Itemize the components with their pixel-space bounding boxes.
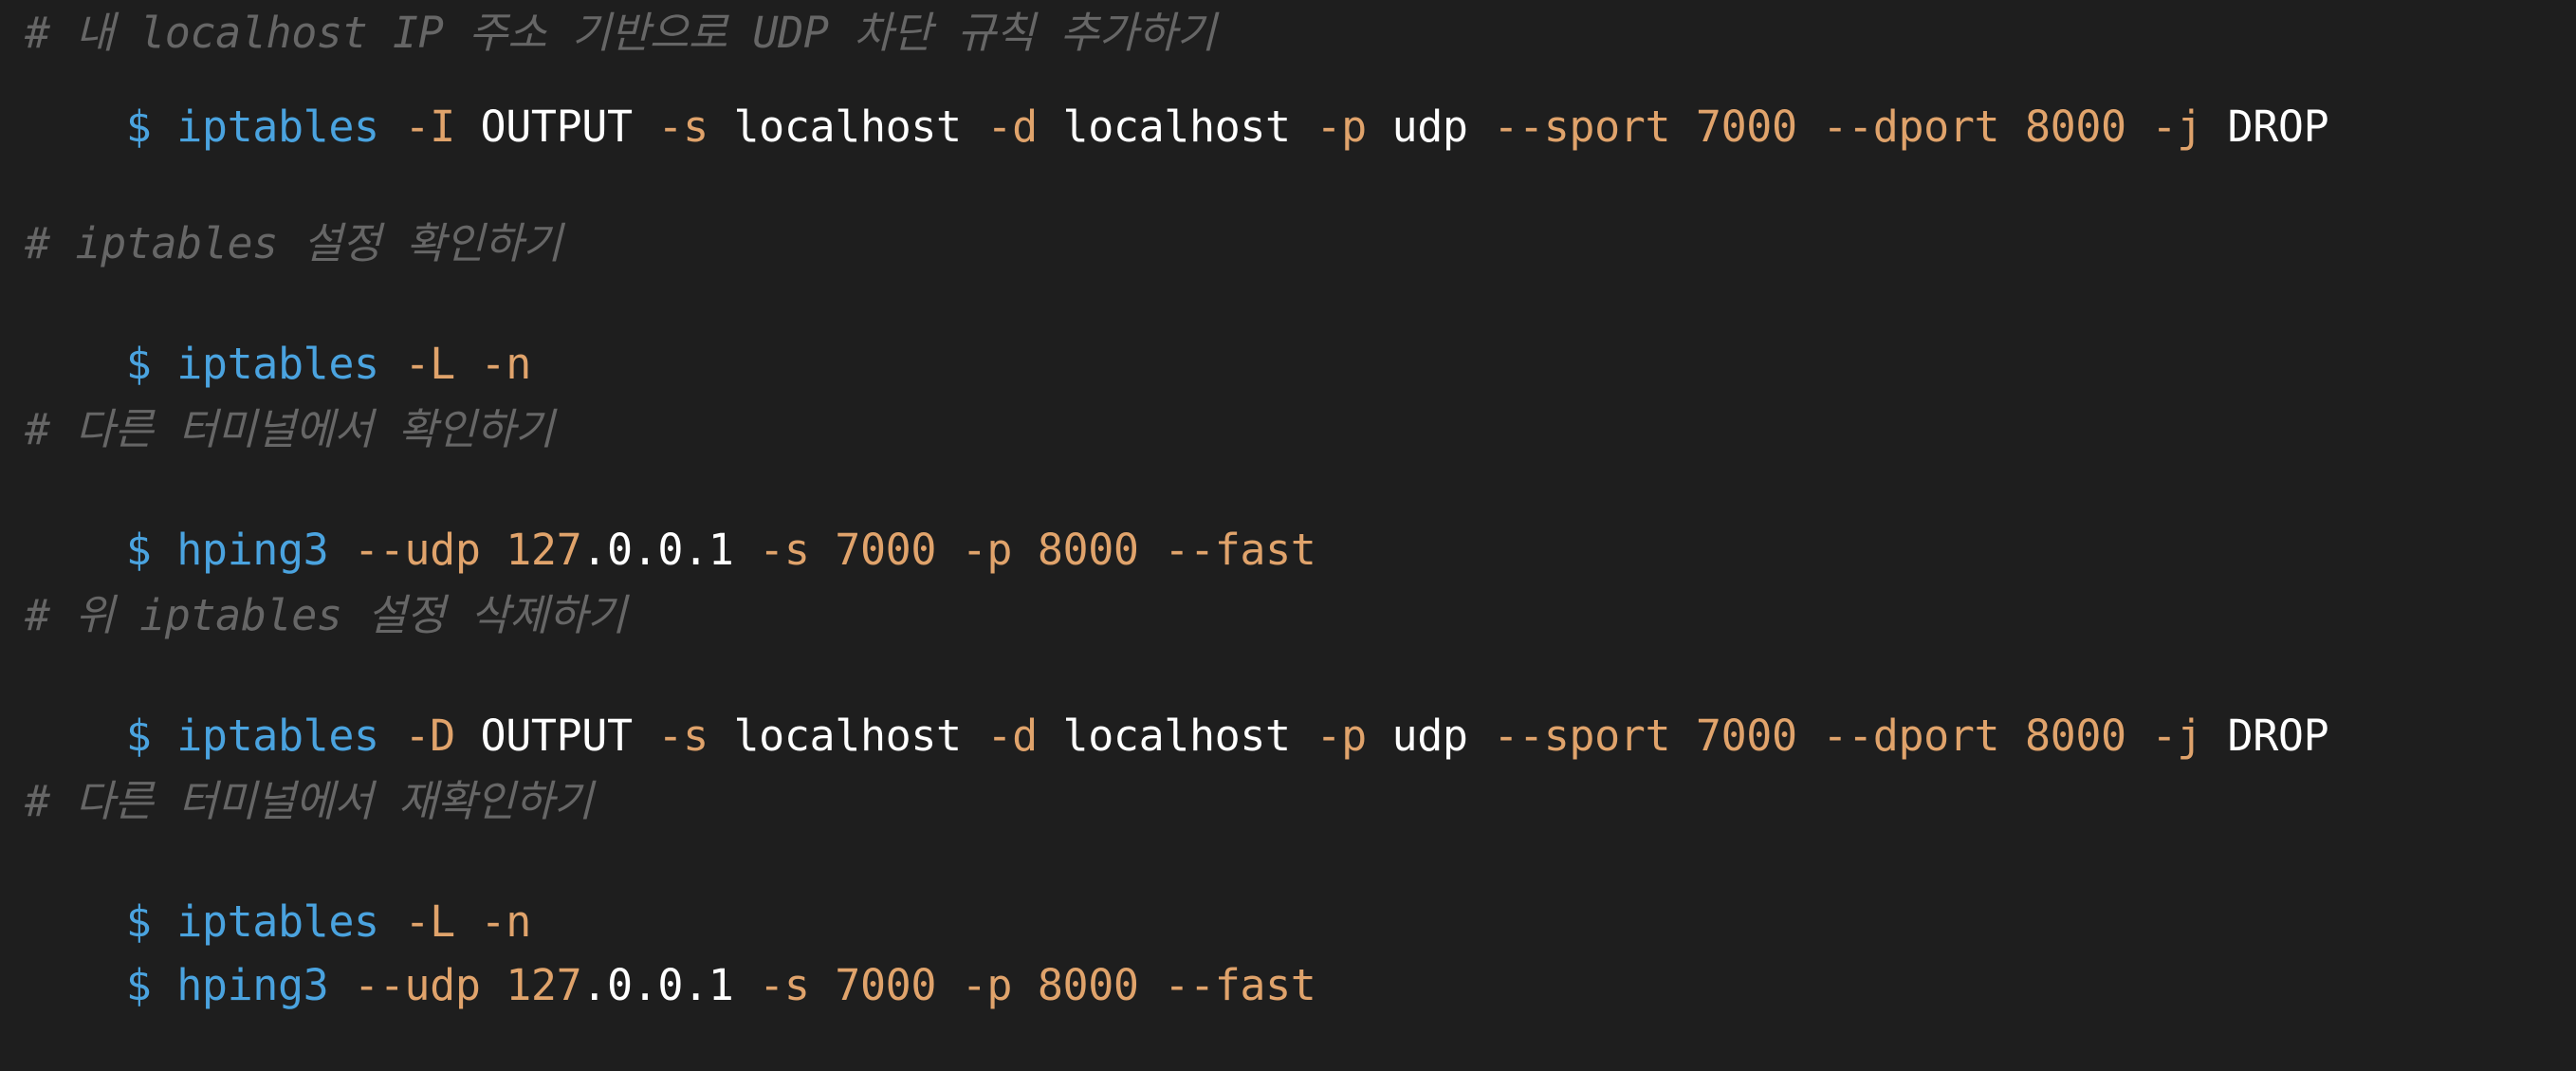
prompt-symbol: $ — [125, 525, 152, 575]
option-flag: --sport — [1493, 711, 1671, 761]
option-flag: --fast — [1164, 960, 1316, 1010]
prompt-symbol: $ — [125, 960, 152, 1010]
argument: localhost — [1062, 102, 1292, 152]
argument: DROP — [2227, 102, 2329, 152]
option-flag: --sport — [1493, 102, 1671, 152]
terminal-window[interactable]: # 내 localhost IP 주소 기반으로 UDP 차단 규칙 추가하기 … — [0, 0, 2576, 1010]
argument: localhost — [733, 711, 962, 761]
ip-address-rest: .0.0.1 — [581, 960, 734, 1010]
comment-line: # 다른 터미널에서 재확인하기 — [25, 776, 593, 826]
option-flag: -p — [1316, 711, 1367, 761]
command-line[interactable]: $ iptables -L -n — [25, 837, 532, 947]
port-number: 7000 — [1695, 102, 1797, 152]
port-number: 7000 — [835, 525, 937, 575]
option-flag: -p — [961, 960, 1013, 1010]
option-flag: -s — [759, 960, 810, 1010]
command-line[interactable]: $ iptables -D OUTPUT -s localhost -d loc… — [25, 651, 2329, 761]
ip-address-first-octet: 127 — [506, 960, 582, 1010]
port-number: 8000 — [2024, 102, 2126, 152]
option-flag: -I — [404, 102, 455, 152]
option-flag: -s — [657, 711, 708, 761]
option-flag: -s — [657, 102, 708, 152]
comment-line: # iptables 설정 확인하기 — [25, 218, 562, 268]
command-name: iptables — [176, 711, 379, 761]
option-flag: -n — [480, 339, 532, 389]
argument: localhost — [733, 102, 962, 152]
option-flag: --dport — [1822, 711, 2000, 761]
port-number: 8000 — [2024, 711, 2126, 761]
argument: udp — [1391, 102, 1468, 152]
comment-line: # 위 iptables 설정 삭제하기 — [25, 590, 627, 640]
prompt-symbol: $ — [125, 102, 152, 152]
option-flag: -L — [404, 339, 455, 389]
option-flag: -p — [1316, 102, 1367, 152]
argument: DROP — [2227, 711, 2329, 761]
command-line[interactable]: $ iptables -I OUTPUT -s localhost -d loc… — [25, 42, 2329, 152]
port-number: 8000 — [1037, 960, 1139, 1010]
option-flag: -j — [2151, 711, 2202, 761]
command-name: hping3 — [176, 960, 329, 1010]
option-flag: -d — [986, 711, 1038, 761]
command-line[interactable]: $ hping3 --udp 127.0.0.1 -s 7000 -p 8000… — [25, 900, 1316, 1010]
port-number: 7000 — [835, 960, 937, 1010]
argument: udp — [1391, 711, 1468, 761]
command-name: iptables — [176, 102, 379, 152]
argument: OUTPUT — [480, 102, 634, 152]
port-number: 8000 — [1037, 525, 1139, 575]
ip-address-first-octet: 127 — [506, 525, 582, 575]
command-line[interactable]: $ iptables -L -n — [25, 279, 532, 389]
command-line[interactable]: $ hping3 --udp 127.0.0.1 -s 7000 -p 8000… — [25, 465, 1316, 575]
ip-address-rest: .0.0.1 — [581, 525, 734, 575]
comment-line: # 다른 터미널에서 확인하기 — [25, 404, 554, 454]
prompt-symbol: $ — [125, 711, 152, 761]
option-flag: -p — [961, 525, 1013, 575]
port-number: 7000 — [1695, 711, 1797, 761]
option-flag: -d — [986, 102, 1038, 152]
argument: OUTPUT — [480, 711, 634, 761]
argument: localhost — [1062, 711, 1292, 761]
option-flag: -s — [759, 525, 810, 575]
option-flag: --fast — [1164, 525, 1316, 575]
prompt-symbol: $ — [125, 339, 152, 389]
command-name: iptables — [176, 339, 379, 389]
option-flag: --udp — [354, 525, 481, 575]
option-flag: -j — [2151, 102, 2202, 152]
option-flag: --dport — [1822, 102, 2000, 152]
option-flag: -D — [404, 711, 455, 761]
command-name: hping3 — [176, 525, 329, 575]
option-flag: --udp — [354, 960, 481, 1010]
